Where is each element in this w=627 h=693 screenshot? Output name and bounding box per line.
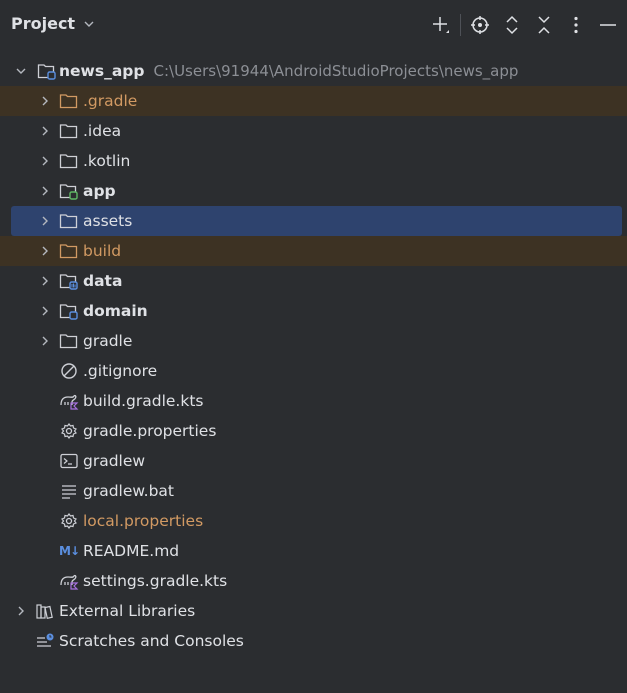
tree-item-label: gradle.properties xyxy=(83,422,217,440)
project-view-selector[interactable]: Project xyxy=(11,14,97,33)
tree-item-label: settings.gradle.kts xyxy=(83,572,228,590)
tree-item-build-gradle-kts[interactable]: build.gradle.kts xyxy=(0,386,627,416)
tree-item-gradle-dir[interactable]: .gradle xyxy=(0,86,627,116)
chevron-right-icon[interactable] xyxy=(37,123,53,139)
ignore-file-icon xyxy=(59,362,79,380)
tree-item-gradlew-bat[interactable]: gradlew.bat xyxy=(0,476,627,506)
chevron-right-icon[interactable] xyxy=(37,303,53,319)
tree-item-scratches[interactable]: Scratches and Consoles xyxy=(0,626,627,656)
gradle-kotlin-icon xyxy=(59,572,79,590)
tree-item-label: Scratches and Consoles xyxy=(59,632,244,650)
folder-icon xyxy=(59,332,79,350)
tree-item-domain[interactable]: domain xyxy=(0,296,627,326)
tool-window-title: Project xyxy=(11,14,76,33)
tree-item-label: assets xyxy=(83,212,133,230)
chevron-right-icon[interactable] xyxy=(37,273,53,289)
folder-icon xyxy=(59,242,79,260)
chevron-down-icon[interactable] xyxy=(13,63,29,79)
library-icon xyxy=(35,602,55,620)
tree-item-label: news_app xyxy=(59,62,145,80)
tree-item-kotlin[interactable]: .kotlin xyxy=(0,146,627,176)
collapse-all-icon[interactable] xyxy=(531,12,557,38)
tree-item-label: External Libraries xyxy=(59,602,196,620)
toolbar-separator xyxy=(460,14,461,36)
tree-item-label: gradle xyxy=(83,332,133,350)
module-folder-icon xyxy=(37,62,57,80)
tree-item-label: .gradle xyxy=(83,92,138,110)
app-module-folder-icon xyxy=(59,182,79,200)
markdown-icon: M↓ xyxy=(59,544,80,558)
tree-item-label: build xyxy=(83,242,122,260)
chevron-right-icon[interactable] xyxy=(37,213,53,229)
tree-item-assets[interactable]: assets xyxy=(11,206,622,236)
tree-item-label: .kotlin xyxy=(83,152,131,170)
tree-item-gitignore[interactable]: .gitignore xyxy=(0,356,627,386)
tree-item-settings-gradle-kts[interactable]: settings.gradle.kts xyxy=(0,566,627,596)
tree-item-data[interactable]: data xyxy=(0,266,627,296)
tree-item-gradlew[interactable]: gradlew xyxy=(0,446,627,476)
folder-icon xyxy=(59,122,79,140)
gear-icon xyxy=(59,512,79,530)
chevron-right-icon[interactable] xyxy=(37,93,53,109)
tree-item-app[interactable]: app xyxy=(0,176,627,206)
chevron-down-icon xyxy=(81,16,97,32)
tree-item-label: gradlew.bat xyxy=(83,482,174,500)
gradle-kotlin-icon xyxy=(59,392,79,410)
folder-icon xyxy=(59,152,79,170)
tree-item-idea[interactable]: .idea xyxy=(0,116,627,146)
chevron-right-icon[interactable] xyxy=(37,333,53,349)
module-folder-icon xyxy=(59,302,79,320)
project-path: C:\Users\91944\AndroidStudioProjects\new… xyxy=(153,62,519,80)
tree-item-label: local.properties xyxy=(83,512,204,530)
folder-icon xyxy=(59,92,79,110)
add-icon[interactable] xyxy=(428,12,454,38)
project-tree: news_app C:\Users\91944\AndroidStudioPro… xyxy=(0,56,627,656)
scratches-icon xyxy=(35,632,55,650)
tree-item-label: data xyxy=(83,272,123,290)
text-file-icon xyxy=(59,482,79,500)
chevron-right-icon[interactable] xyxy=(37,153,53,169)
project-tool-window: Project news_app C:\Users\91944\AndroidS… xyxy=(0,0,627,693)
chevron-right-icon[interactable] xyxy=(37,243,53,259)
tree-item-label: gradlew xyxy=(83,452,146,470)
tree-item-label: .idea xyxy=(83,122,122,140)
folder-icon xyxy=(59,212,79,230)
tree-item-label: domain xyxy=(83,302,148,320)
tree-item-label: app xyxy=(83,182,116,200)
expand-all-icon[interactable] xyxy=(499,12,525,38)
locate-icon[interactable] xyxy=(467,12,493,38)
tree-item-gradle-properties[interactable]: gradle.properties xyxy=(0,416,627,446)
chevron-right-icon[interactable] xyxy=(37,183,53,199)
tool-window-header: Project xyxy=(0,0,627,50)
tree-item-label: build.gradle.kts xyxy=(83,392,204,410)
tree-item-readme[interactable]: M↓ README.md xyxy=(0,536,627,566)
gear-icon xyxy=(59,422,79,440)
chevron-right-icon[interactable] xyxy=(13,603,29,619)
tree-item-local-properties[interactable]: local.properties xyxy=(0,506,627,536)
more-icon[interactable] xyxy=(563,12,589,38)
tree-item-label: README.md xyxy=(83,542,180,560)
hide-icon[interactable] xyxy=(595,12,621,38)
tree-item-gradle[interactable]: gradle xyxy=(0,326,627,356)
tree-item-root[interactable]: news_app C:\Users\91944\AndroidStudioPro… xyxy=(0,56,627,86)
tree-item-external-libraries[interactable]: External Libraries xyxy=(0,596,627,626)
library-module-folder-icon xyxy=(59,272,79,290)
tree-item-label: .gitignore xyxy=(83,362,158,380)
header-toolbar xyxy=(422,12,621,38)
tree-item-build[interactable]: build xyxy=(0,236,627,266)
terminal-icon xyxy=(59,452,79,470)
